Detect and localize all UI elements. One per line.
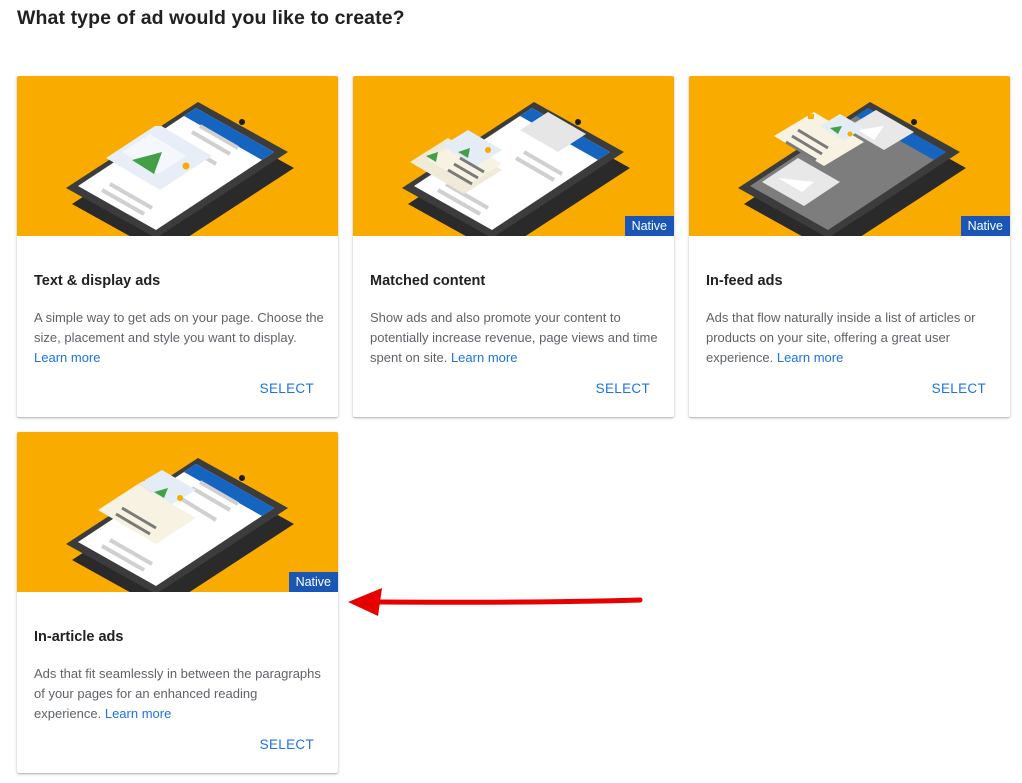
phone-display-ad-icon bbox=[66, 102, 294, 236]
learn-more-link[interactable]: Learn more bbox=[777, 350, 843, 365]
red-arrow-icon bbox=[348, 588, 643, 616]
card-description: Show ads and also promote your content t… bbox=[370, 308, 660, 368]
card-description-text: Ads that fit seamlessly in between the p… bbox=[34, 666, 321, 721]
card-description: Ads that flow naturally inside a list of… bbox=[706, 308, 996, 368]
card-description: A simple way to get ads on your page. Ch… bbox=[34, 308, 324, 368]
phone-matched-content-icon bbox=[402, 102, 630, 236]
learn-more-link[interactable]: Learn more bbox=[105, 706, 171, 721]
select-button[interactable]: SELECT bbox=[253, 379, 321, 398]
card-title: Matched content bbox=[370, 273, 486, 289]
select-button[interactable]: SELECT bbox=[589, 379, 657, 398]
phone-in-article-icon bbox=[66, 458, 294, 592]
native-badge: Native bbox=[960, 216, 1010, 236]
ad-type-card-matched-content[interactable]: Native Matched content Show ads and also… bbox=[353, 76, 674, 417]
native-badge: Native bbox=[288, 572, 338, 592]
card-banner bbox=[17, 76, 338, 236]
card-banner: Native bbox=[353, 76, 674, 236]
select-button[interactable]: SELECT bbox=[253, 735, 321, 754]
learn-more-link[interactable]: Learn more bbox=[451, 350, 517, 365]
ad-type-card-text-display[interactable]: Text & display ads A simple way to get a… bbox=[17, 76, 338, 417]
ad-type-card-in-article[interactable]: Native In-article ads Ads that fit seaml… bbox=[17, 432, 338, 773]
select-button[interactable]: SELECT bbox=[925, 379, 993, 398]
ad-type-card-in-feed[interactable]: Native In-feed ads Ads that flow natural… bbox=[689, 76, 1010, 417]
page-title: What type of ad would you like to create… bbox=[17, 7, 405, 29]
card-description: Ads that fit seamlessly in between the p… bbox=[34, 664, 324, 724]
phone-in-feed-icon bbox=[738, 102, 966, 236]
card-banner: Native bbox=[17, 432, 338, 592]
native-badge: Native bbox=[624, 216, 674, 236]
card-title: In-feed ads bbox=[706, 273, 783, 289]
card-title: Text & display ads bbox=[34, 273, 161, 289]
card-title: In-article ads bbox=[34, 629, 124, 645]
card-banner: Native bbox=[689, 76, 1010, 236]
learn-more-link[interactable]: Learn more bbox=[34, 350, 100, 365]
card-description-text: A simple way to get ads on your page. Ch… bbox=[34, 310, 324, 345]
